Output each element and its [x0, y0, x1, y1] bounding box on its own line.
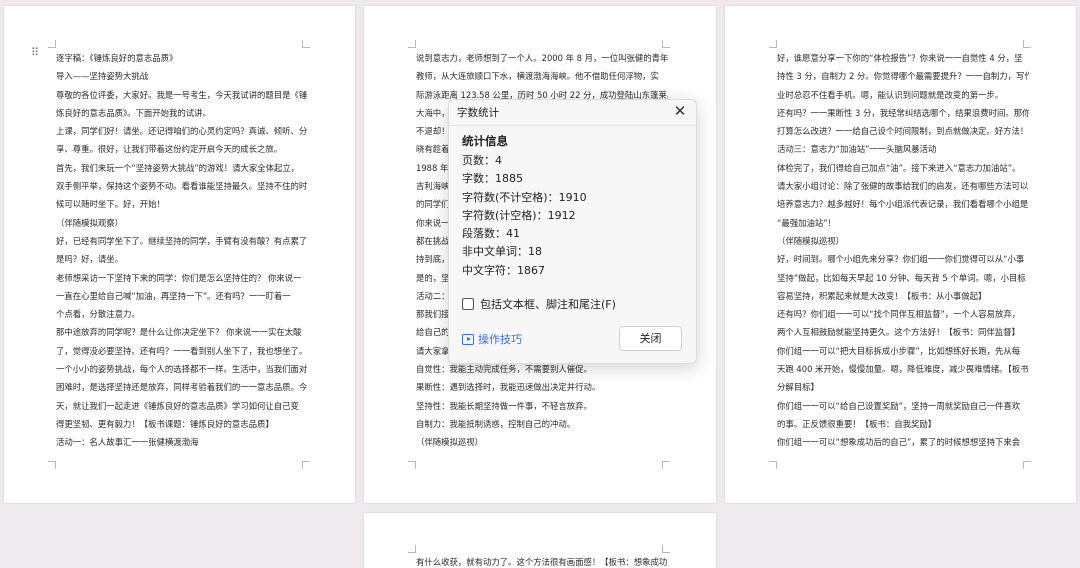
stats-list: 页数：4 字数：1885 字符数(不计空格)：1910 字符数(计空格)：191…	[462, 152, 587, 280]
stats-heading: 统计信息	[462, 134, 508, 148]
stat-chars-with-spaces: 字符数(计空格)：1912	[462, 208, 576, 222]
drag-handle-icon[interactable]: ⠿	[31, 47, 39, 58]
margin-corner	[408, 545, 416, 553]
text-line: 老师想采访一下坚持下来的同学：你们是怎么坚持住的？ 你来说一	[56, 272, 302, 283]
include-textbox-checkbox[interactable]	[462, 298, 474, 310]
text-line: 了，觉得没必要坚持。还有吗？一一看到别人坐下了，我也想坐了。	[56, 345, 308, 356]
text-line: 得更坚韧、更有毅力！【板书课题：锤炼良好的意志品质】	[56, 418, 274, 429]
text-line: 上课，同学们好！请坐。还记得咱们的心灵约定吗？真诚、倾听、分	[56, 126, 308, 137]
text-line: 好，已经有同学坐下了。继续坚持的同学，手臂有没有酸？有点累了	[56, 235, 308, 246]
text-line: 活动三：意志力“加油站”一一头脑风暴活动	[777, 144, 937, 155]
text-line: （伴随模拟巡视）	[777, 235, 844, 246]
text-line: 候可以随时坐下。好，开始！	[56, 199, 165, 210]
text-line: 你们组一一可以“给自己设置奖励”，坚持一周就奖励自己一件喜欢	[777, 400, 1021, 411]
text-line: 两个人互相鼓励就能坚持更久。这个方法好！【板书：同伴监督】	[777, 327, 1020, 338]
stat-non-chinese-words: 非中文单词：18	[462, 245, 542, 259]
text-line: （伴随模拟巡视）	[416, 437, 483, 448]
margin-corner	[662, 40, 670, 48]
text-line: 有什么收获，就有动力了。这个方法很有画面感！【板书：想象成功】	[416, 557, 668, 567]
margin-corner	[1023, 461, 1031, 469]
text-line: （伴随模拟观察）	[56, 217, 123, 228]
text-line: 导入——坚持姿势大挑战	[56, 71, 149, 82]
margin-corner	[408, 461, 416, 469]
close-icon[interactable]: ✕	[671, 102, 689, 120]
play-icon	[462, 333, 474, 345]
margin-corner	[302, 461, 310, 469]
text-line: 天，就让我们一起走进《锤炼良好的意志品质》学习如何让自己变	[56, 400, 299, 411]
document-page-1: ⠿ 逐字稿：《锤炼良好的意志品质》 导入——坚持姿势大挑战尊敬的各位评委，大家好。…	[4, 6, 355, 503]
text-line: 分解目标】	[777, 382, 819, 393]
page-text[interactable]: 好，谁愿意分享一下你的“体检报告”？你来说一一自觉性 4 分，坚 持性 3 分，自…	[777, 49, 1029, 452]
text-line: 活动一：名人故事汇一一张健横渡渤海	[56, 437, 199, 448]
text-line: 首先，我们来玩一个“坚持姿势大挑战”的游戏！请大家全体起立，	[56, 162, 300, 173]
margin-corner	[1023, 40, 1031, 48]
text-line: 持性 3 分，自制力 2 分。你觉得哪个最需要提升？一一自制力，写作	[777, 71, 1029, 82]
page-text[interactable]: 有什么收获，就有动力了。这个方法很有画面感！【板书：想象成功】	[416, 553, 668, 568]
text-line: 还有吗？你们组一一可以“找个同伴互相监督”，一个人容易放弃，	[777, 309, 1021, 320]
text-line: 好，时间到。哪个小组先来分享？你们组一一你们觉得可以从“小事	[777, 254, 1025, 265]
stat-words: 字数：1885	[462, 172, 523, 186]
margin-corner	[408, 40, 416, 48]
margin-corner	[769, 40, 777, 48]
margin-corner	[662, 461, 670, 469]
text-line: 培养意志力？越多越好！每个小组派代表记录，我们看看哪个小组是	[777, 199, 1029, 210]
text-line: 你们组一一可以“想象成功后的自己”，累了的时候想想坚持下来会	[777, 437, 1021, 448]
text-line: 炼良好的意志品质》。下面开始我的试讲。	[56, 107, 211, 118]
dialog-title: 字数统计	[457, 107, 499, 119]
text-line: 自制力：我能抵制诱惑，控制自己的冲动。	[416, 418, 576, 429]
text-line: 坚持性：我能长期坚持做一件事，不轻言放弃。	[416, 400, 592, 411]
text-line: 坚持”做起，比如每天早起 10 分钟、每天背 5 个单词。嗯，小目标	[777, 272, 1026, 283]
text-line: 天跑 400 米开始，慢慢加量。嗯，降低难度，减少畏难情绪。【板书：	[777, 364, 1029, 375]
page-text[interactable]: 逐字稿：《锤炼良好的意志品质》 导入——坚持姿势大挑战尊敬的各位评委，大家好。我是…	[56, 49, 308, 452]
text-line: 体检完了，我们得给自己加点“油”。接下来进入“意志力加油站”。	[777, 162, 1021, 173]
include-textbox-option[interactable]: 包括文本框、脚注和尾注(F)	[462, 296, 616, 312]
margin-corner	[662, 545, 670, 553]
text-line: 是吗？好，请坐。	[56, 254, 123, 265]
text-line: 尊敬的各位评委，大家好。我是一号考生，今天我试讲的题目是《锤	[56, 89, 308, 100]
document-page-4: 有什么收获，就有动力了。这个方法很有画面感！【板书：想象成功】	[364, 513, 716, 568]
margin-corner	[769, 461, 777, 469]
text-line: 打算怎么改进？一一给自己设个时间限制，到点就做决定。好方法！	[777, 126, 1029, 137]
stat-paragraphs: 段落数：41	[462, 227, 520, 241]
margin-corner	[48, 461, 56, 469]
text-line: 的事。正反馈很重要！【板书：自我奖励】	[777, 418, 937, 429]
text-line: 一直在心里给自己喊“加油，再坚持一下”。还有吗？一一盯着一	[56, 290, 291, 301]
tips-label: 操作技巧	[478, 333, 522, 346]
include-textbox-label: 包括文本框、脚注和尾注(F)	[480, 298, 616, 311]
text-line: 好，谁愿意分享一下你的“体检报告”？你来说一一自觉性 4 分，坚	[777, 53, 1023, 63]
close-button[interactable]: 关闭	[619, 326, 682, 351]
stat-pages: 页数：4	[462, 154, 502, 167]
word-count-dialog: 字数统计 ✕ 统计信息 页数：4 字数：1885 字符数(不计空格)：1910 …	[448, 99, 697, 364]
margin-corner	[48, 40, 56, 48]
text-line: 享、尊重。很好，让我们带着这份约定开启今天的成长之旅。	[56, 144, 283, 155]
text-line: “最强加油站”！	[777, 217, 836, 228]
text-line: 个点看，分散注意力。	[56, 309, 140, 320]
stat-chinese-chars: 中文字符：1867	[462, 263, 545, 277]
text-line: 困难时，是选择坚持还是放弃，同样考验着我们的一一意志品质。今	[56, 382, 308, 393]
dialog-divider	[449, 125, 696, 126]
text-line: 容易坚持，积累起来就是大改变！【板书：从小事做起】	[777, 290, 987, 301]
text-line: 业时总忍不住看手机。嗯，能认识到问题就是改变的第一步。	[777, 89, 1004, 100]
text-line: 说到意志力，老师想到了一个人。2000 年 8 月，一位叫张健的青年	[416, 53, 668, 63]
text-line: 还有吗？一一果断性 3 分，我经常纠结选哪个，结果浪费时间。那你	[777, 107, 1029, 118]
text-line: 教师，从大连旅顺口下水，横渡渤海海峡。他不借助任何浮物，实	[416, 71, 659, 82]
text-line: 请大家小组讨论：除了张健的故事给我们的启发，还有哪些方法可以	[777, 181, 1029, 192]
tips-link[interactable]: 操作技巧	[462, 331, 522, 347]
document-page-3: 好，谁愿意分享一下你的“体检报告”？你来说一一自觉性 4 分，坚 持性 3 分，自…	[725, 6, 1076, 503]
text-line: 果断性：遇到选择时，我能迅速做出决定并行动。	[416, 382, 601, 393]
margin-corner	[302, 40, 310, 48]
text-line: 那中途放弃的同学呢？是什么让你决定坐下？ 你来说一一实在太酸	[56, 327, 302, 338]
text-line: 你们组一一可以“把大目标拆成小步骤”，比如想练好长跑，先从每	[777, 345, 1021, 356]
text-line: 一个小小的姿势挑战，每个人的选择都不一样。生活中，当我们面对	[56, 364, 308, 375]
stat-chars-no-spaces: 字符数(不计空格)：1910	[462, 190, 587, 204]
text-line: 逐字稿：《锤炼良好的意志品质》	[56, 53, 178, 63]
text-line: 双手侧平举，保持这个姿势不动。看看谁能坚持最久。坚持不住的时	[56, 181, 308, 192]
